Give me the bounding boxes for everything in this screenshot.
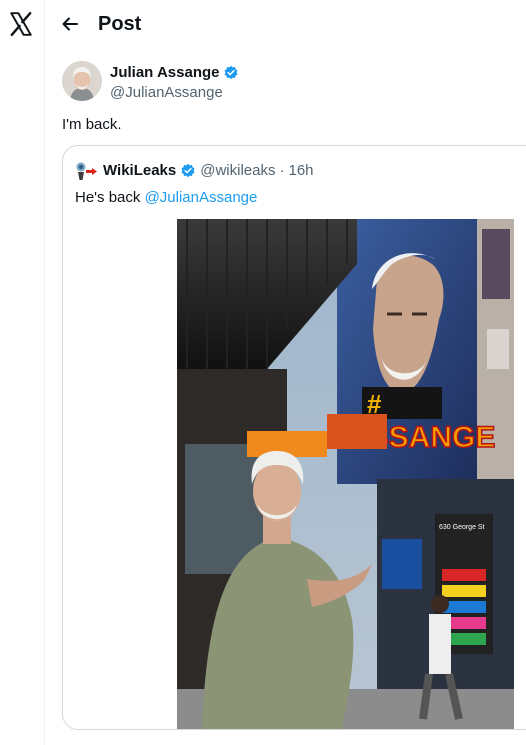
quoted-post[interactable]: WikiLeaks @wikileaks · 16h He's back @Ju… — [62, 145, 526, 730]
quote-text-body: He's back — [75, 189, 145, 206]
sign-text: 630 George St — [439, 524, 485, 531]
avatar[interactable] — [62, 61, 102, 101]
post-text: I'm back. — [62, 116, 122, 133]
page-title: Post — [98, 13, 142, 35]
quote-text: He's back @JulianAssange — [75, 188, 257, 208]
mention-link[interactable]: @JulianAssange — [145, 189, 258, 206]
author-handle[interactable]: @JulianAssange — [110, 83, 223, 103]
wikileaks-logo-icon[interactable] — [75, 161, 99, 181]
quote-author-name[interactable]: WikiLeaks — [103, 161, 176, 181]
verified-badge-icon — [181, 163, 195, 178]
author-name-row: Julian Assange — [110, 63, 239, 83]
separator-dot: · — [279, 162, 285, 179]
arrow-left-icon[interactable] — [60, 14, 80, 34]
quote-timestamp[interactable]: 16h — [289, 161, 314, 181]
left-rail — [0, 0, 45, 745]
post-author[interactable]: Julian Assange @JulianAssange — [62, 61, 362, 103]
main-column: Post Julian Assange @JulianAssange I'm b… — [46, 0, 526, 745]
quote-header: WikiLeaks @wikileaks · 16h — [75, 161, 314, 181]
author-name[interactable]: Julian Assange — [110, 63, 219, 83]
quote-photo[interactable]: # ASSANGE 630 George St — [177, 219, 514, 729]
verified-badge-icon — [224, 65, 239, 80]
quote-author-handle[interactable]: @wikileaks — [200, 161, 275, 181]
x-logo-icon[interactable] — [8, 11, 34, 37]
page-header: Post — [46, 0, 526, 48]
